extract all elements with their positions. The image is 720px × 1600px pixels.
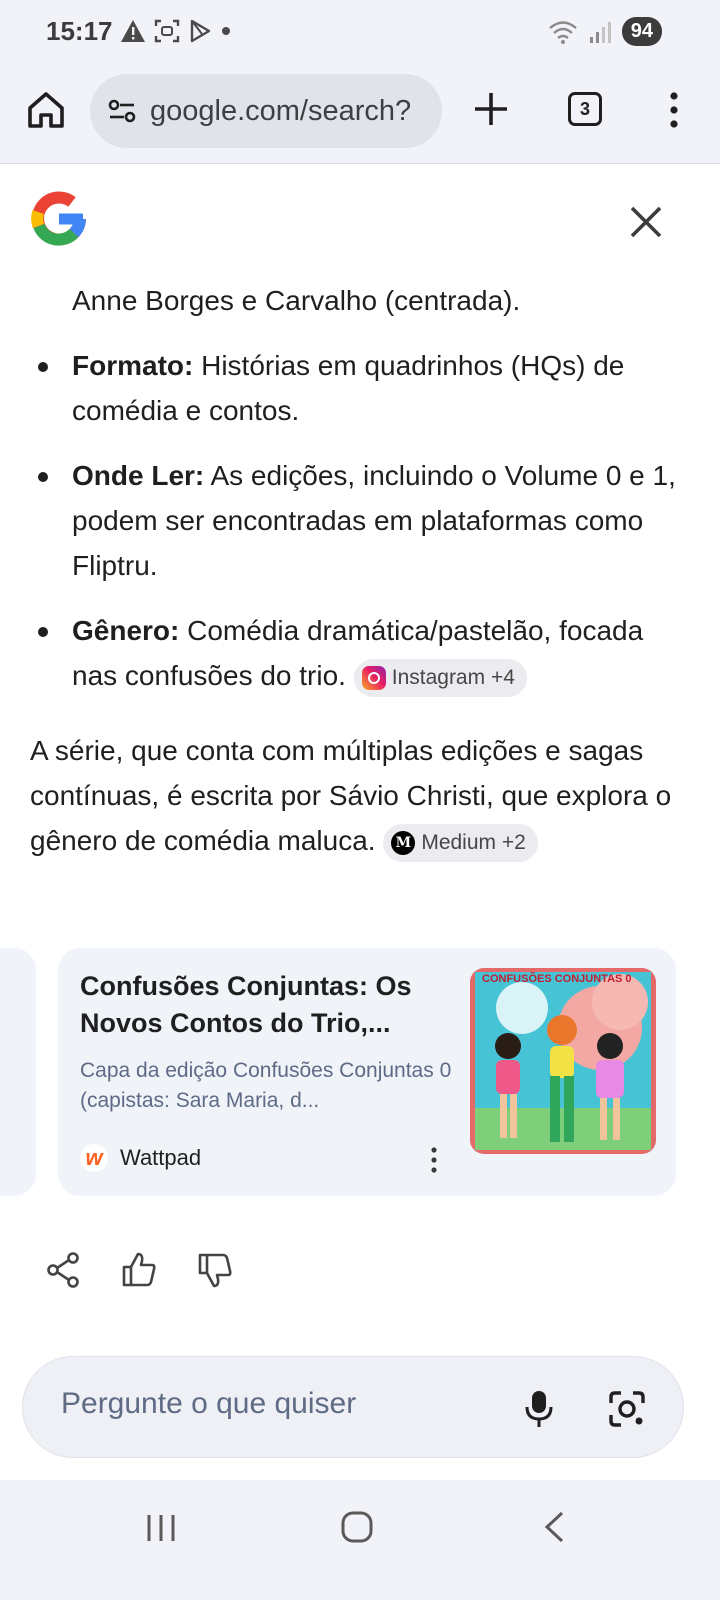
- back-icon[interactable]: [542, 1510, 566, 1544]
- address-bar[interactable]: google.com/search?: [90, 74, 442, 148]
- share-icon[interactable]: [44, 1250, 82, 1290]
- thumbs-up-icon[interactable]: [120, 1250, 158, 1290]
- bullet-label: Formato:: [72, 350, 194, 381]
- chip-label: Instagram +4: [391, 665, 515, 689]
- bullet-label: Onde Ler:: [72, 460, 205, 491]
- source-chip-instagram[interactable]: Instagram +4: [353, 658, 527, 697]
- previous-source-card[interactable]: [0, 948, 36, 1196]
- site-settings-icon[interactable]: [108, 98, 136, 124]
- bullet-label: Gênero:: [72, 615, 180, 646]
- source-card[interactable]: Confusões Conjuntas: Os Novos Contos do …: [58, 948, 676, 1196]
- instagram-icon: [361, 665, 386, 690]
- ask-input[interactable]: Pergunte o que quiser: [22, 1356, 684, 1458]
- recents-icon[interactable]: [146, 1512, 176, 1544]
- source-card-site: w Wattpad: [80, 1144, 201, 1172]
- status-right: 94: [548, 17, 662, 46]
- cover-title-text: CONFUSÕES CONJUNTAS 0: [482, 972, 632, 985]
- screenshot-icon: [154, 19, 180, 43]
- thumbs-down-icon[interactable]: [196, 1250, 234, 1290]
- continued-line: Anne Borges e Carvalho (centrada).: [72, 285, 521, 316]
- source-chip-medium[interactable]: M Medium +2: [383, 823, 538, 862]
- source-thumbnail[interactable]: CONFUSÕES CONJUNTAS 0: [470, 968, 656, 1154]
- chip-label: Medium +2: [421, 830, 526, 854]
- details-list: Formato: Histórias em quadrinhos (HQs) d…: [30, 343, 690, 698]
- more-vert-icon[interactable]: [428, 1146, 440, 1174]
- summary-paragraph: A série, que conta com múltiplas edições…: [30, 728, 690, 863]
- wattpad-icon: w: [80, 1144, 108, 1172]
- google-logo-icon: [31, 191, 86, 246]
- url-text: google.com/search?: [150, 94, 412, 127]
- home-icon[interactable]: [24, 88, 68, 132]
- play-store-icon: [190, 19, 211, 43]
- battery-indicator: 94: [621, 17, 662, 46]
- status-bar: 15:17 94: [0, 0, 720, 64]
- signal-icon: [589, 21, 611, 43]
- ask-placeholder: Pergunte o que quiser: [61, 1387, 357, 1420]
- list-item-genero: Gênero: Comédia dramática/pastelão, foca…: [30, 608, 690, 698]
- google-lens-icon[interactable]: [607, 1389, 647, 1429]
- source-card-title: Confusões Conjuntas: Os Novos Contos do …: [80, 971, 412, 1038]
- paragraph-text: A série, que conta com múltiplas edições…: [30, 735, 672, 856]
- medium-icon: M: [391, 830, 416, 855]
- new-tab-icon[interactable]: [470, 88, 512, 130]
- browser-toolbar: google.com/search? 3: [0, 64, 720, 164]
- wifi-icon: [548, 20, 577, 44]
- nav-home-icon[interactable]: [340, 1510, 374, 1544]
- comic-cover-image: CONFUSÕES CONJUNTAS 0: [470, 968, 656, 1154]
- source-card-description: Capa da edição Confusões Conjuntas 0 (ca…: [80, 1059, 452, 1112]
- source-name: Wattpad: [120, 1145, 202, 1170]
- tab-switcher-button[interactable]: 3: [568, 92, 602, 126]
- status-time: 15:17: [46, 16, 113, 46]
- system-nav-bar: [0, 1480, 720, 1600]
- list-item-onde-ler: Onde Ler: As edições, incluindo o Volume…: [30, 453, 690, 588]
- microphone-icon[interactable]: [523, 1389, 555, 1429]
- list-item-formato: Formato: Histórias em quadrinhos (HQs) d…: [30, 343, 690, 433]
- ai-answer: Anne Borges e Carvalho (centrada). Forma…: [30, 278, 690, 863]
- warning-icon: [121, 20, 145, 42]
- notification-icons: [120, 18, 232, 44]
- more-menu-icon[interactable]: [664, 90, 684, 130]
- feedback-actions: [44, 1250, 234, 1290]
- dot-icon: [222, 27, 230, 35]
- close-icon[interactable]: [628, 204, 664, 240]
